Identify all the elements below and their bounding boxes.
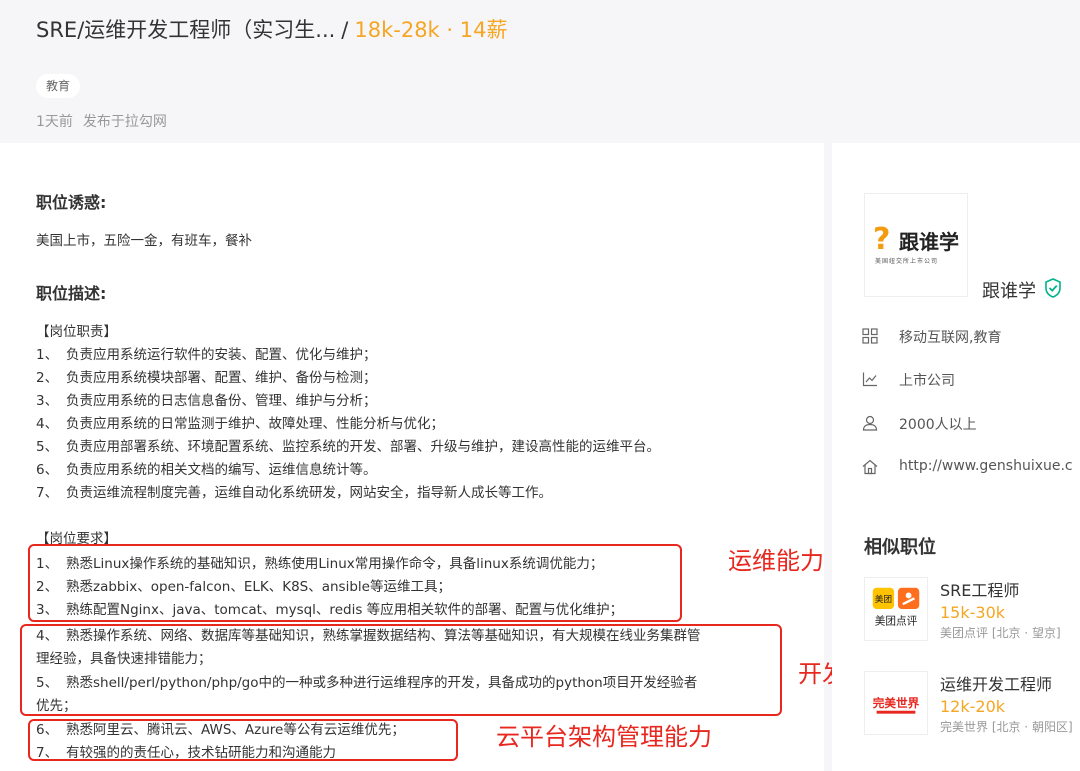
similar-job-company: 完美世界 [北京 · 朝阳区] — [940, 720, 1073, 734]
duty-item: 2、 负责应用系统模块部署、配置、维护、备份与检测； — [36, 370, 377, 386]
description-title: 职位描述: — [36, 284, 107, 303]
svg-text:美团点评: 美团点评 — [875, 615, 918, 628]
ops-highlight-box — [28, 544, 682, 622]
posted-time: 1天前 — [36, 114, 73, 130]
job-header: SRE/运维开发工程师（实习生.../18k-28k · 14薪 教育 1天前发… — [0, 0, 1080, 143]
job-title-row: SRE/运维开发工程师（实习生.../18k-28k · 14薪 — [36, 14, 507, 44]
svg-text:美团: 美团 — [875, 593, 892, 605]
grid-icon — [862, 328, 878, 344]
company-sidebar: ? 跟谁学 美国纽交所上市公司 跟谁学 移动互联网,教育 上市公司 2000人以… — [832, 143, 1080, 771]
question-mark-icon: ? — [873, 222, 891, 257]
job-salary: 18k-28k · 14薪 — [354, 18, 508, 42]
post-meta: 1天前 发布于拉勾网 — [36, 111, 167, 131]
title-separator: / — [341, 18, 349, 42]
cloud-highlight-box — [28, 719, 458, 761]
meituan-logo-graphic: 美团 美团点评 — [872, 587, 920, 628]
similar-job-salary: 12k-20k — [940, 697, 1006, 716]
logo-wordmark: 跟谁学 — [899, 230, 959, 254]
home-icon — [862, 459, 878, 475]
ops-annotation: 运维能力 — [728, 547, 824, 575]
dev-highlight-box — [20, 624, 782, 716]
benefits-text: 美国上市，五险一金，有班车，餐补 — [36, 233, 252, 249]
svg-text:完美世界: 完美世界 — [873, 696, 920, 710]
similar-jobs-title: 相似职位 — [864, 537, 936, 558]
similar-job-card[interactable]: 完美世界 运维开发工程师 12k-20k 完美世界 [北京 · 朝阳区] — [864, 671, 1080, 741]
similar-job-title[interactable]: SRE工程师 — [940, 577, 1061, 601]
job-tag[interactable]: 教育 — [36, 74, 81, 98]
perfect-world-logo: 完美世界 — [864, 671, 928, 735]
meituan-logo: 美团 美团点评 — [864, 577, 928, 641]
similar-job-title[interactable]: 运维开发工程师 — [940, 671, 1073, 695]
duty-item: 5、 负责应用部署系统、环境配置系统、监控系统的开发、部署、升级与维护，建设高性能… — [36, 439, 660, 455]
posted-source: 发布于拉勾网 — [82, 114, 167, 130]
duty-item: 7、 负责运维流程制度完善，运维自动化系统研发，网站安全，指导新人成长等工作。 — [36, 485, 552, 501]
company-logo[interactable]: ? 跟谁学 美国纽交所上市公司 — [864, 193, 968, 297]
job-title: SRE/运维开发工程师（实习生... — [36, 18, 336, 42]
company-name[interactable]: 跟谁学 — [982, 277, 1036, 303]
benefits-title: 职位诱惑: — [36, 193, 107, 212]
similar-job-card[interactable]: 美团 美团点评 SRE工程师 15k-30k 美团点评 [北京 · 望京] — [864, 577, 1080, 647]
trend-chart-icon — [862, 372, 877, 387]
duty-item: 4、 负责应用系统的日常监测于维护、故障处理、性能分析与优化； — [36, 416, 444, 432]
logo-subtitle: 美国纽交所上市公司 — [875, 258, 939, 265]
similar-job-company: 美团点评 [北京 · 望京] — [940, 626, 1061, 640]
verified-shield-icon — [1045, 278, 1061, 298]
duties-heading: 【岗位职责】 — [36, 324, 117, 340]
duty-item: 1、 负责应用系统运行软件的安装、配置、优化与维护； — [36, 347, 377, 363]
similar-job-salary: 15k-30k — [940, 603, 1006, 622]
perfect-world-logo-graphic: 完美世界 — [873, 696, 920, 714]
duty-item: 3、 负责应用系统的日志信息备份、管理、维护与分析； — [36, 393, 377, 409]
duty-item: 6、 负责应用系统的相关文档的编写、运维信息统计等。 — [36, 462, 377, 478]
cloud-annotation: 云平台架构管理能力 — [496, 723, 712, 751]
user-icon — [862, 415, 878, 431]
